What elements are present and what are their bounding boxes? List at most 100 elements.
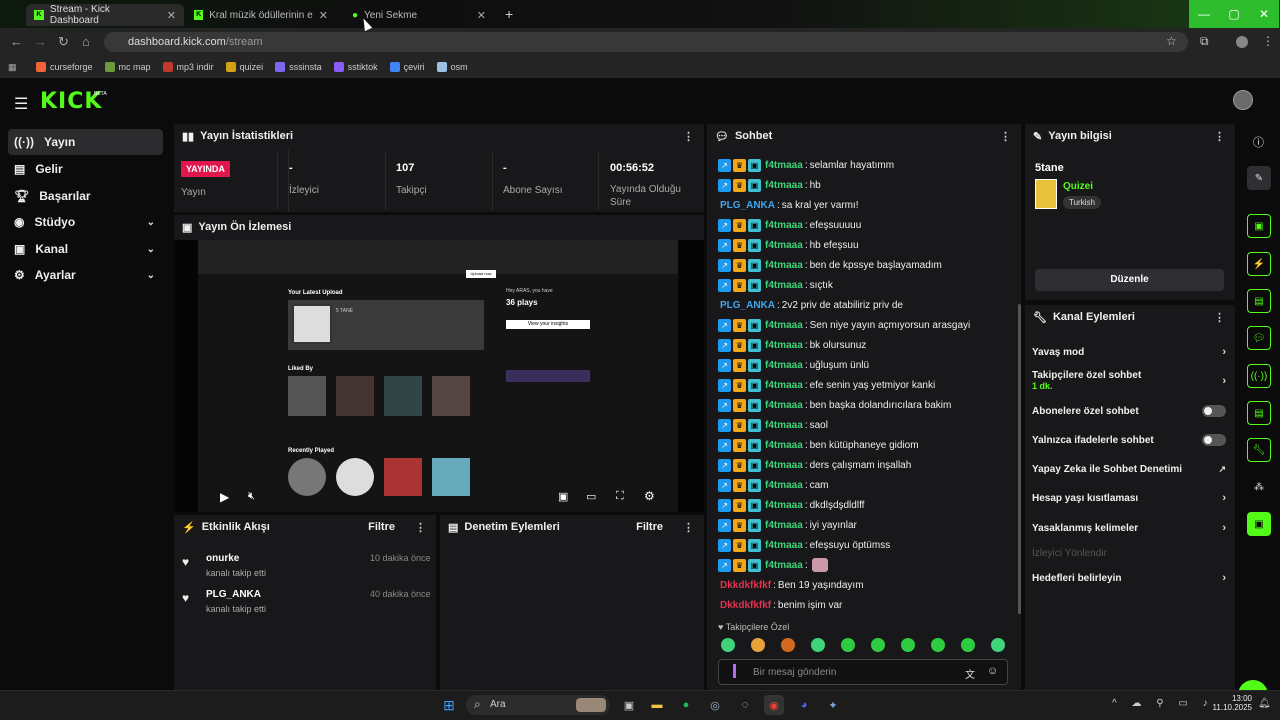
chat-username[interactable]: f4tmaaa [765,440,803,451]
bookmark-osm[interactable]: osm [436,62,468,72]
sidebar-item-basarilar[interactable]: 🏆︎ Başarılar [8,183,163,209]
chat-username[interactable]: f4tmaaa [765,360,803,371]
stream-preview[interactable]: Your Latest Upload 5 TANE Upload now Hey… [174,240,704,512]
more-options-icon[interactable]: ⋮ [683,521,694,534]
clip-icon[interactable]: ▣ [1247,214,1271,238]
chat-username[interactable]: f4tmaaa [765,560,803,571]
close-tab-icon[interactable]: ✕ [477,9,486,22]
bookmark-quizei[interactable]: quizei [225,62,263,72]
app-icon[interactable]: ◌ [735,695,755,715]
apps-icon[interactable]: ⁂ [1247,475,1271,499]
chat-username[interactable]: f4tmaaa [765,460,803,471]
system-tray-icons[interactable]: ^ ☁ ⚲ ▭ ♪ [1112,698,1214,709]
emote-icon[interactable] [721,638,735,652]
user-avatar[interactable] [1233,90,1253,110]
chat-icon[interactable]: 💬︎ [1247,326,1271,350]
home-icon[interactable]: ⌂ [82,34,90,49]
action-slow-mode[interactable]: Yavaş mod › [1032,343,1226,361]
tab-kick-dashboard[interactable]: K Stream - Kick Dashboard ✕ [26,4,184,26]
bookmark-mc-map[interactable]: mc map [104,62,151,72]
sidebar-item-ayarlar[interactable]: ⚙ Ayarlar ⌄ [8,262,163,288]
action-followers-only[interactable]: Takipçilere özel sohbet 1 dk. › [1032,370,1226,392]
event-filter-button[interactable]: Filtre [368,521,395,533]
emote-icon[interactable] [871,638,885,652]
edit-button[interactable]: Düzenle [1035,269,1224,291]
close-window-button[interactable]: ✕ [1249,0,1279,28]
action-subscribers-only[interactable]: Abonelere özel sohbet [1032,402,1226,420]
chat-username[interactable]: f4tmaaa [765,320,803,331]
more-options-icon[interactable]: ⋮ [1214,130,1225,143]
discord-icon[interactable]: ◕ [794,695,814,715]
chat-username[interactable]: f4tmaaa [765,260,803,271]
channel-actions-icon[interactable]: ▤ [1247,401,1271,425]
translate-icon[interactable]: 文 [965,666,975,681]
chat-username[interactable]: f4tmaaa [765,180,803,191]
task-view-icon[interactable]: ▣ [619,695,639,715]
extensions-icon[interactable]: ⧉ [1200,34,1209,49]
chrome-icon[interactable]: ◉ [764,695,784,715]
new-tab-plus-icon[interactable]: + [505,6,513,22]
chat-username[interactable]: f4tmaaa [765,400,803,411]
theater-icon[interactable]: ▭ [586,490,596,503]
profile-avatar[interactable] [1236,36,1248,48]
emote-icon[interactable] [931,638,945,652]
category-thumbnail[interactable] [1035,179,1057,209]
emoji-icon[interactable]: ☺ [987,665,998,677]
minimize-button[interactable]: — [1189,0,1219,28]
more-options-icon[interactable]: ⋮ [1214,311,1225,324]
emote-icon[interactable] [751,638,765,652]
extension-icon[interactable]: ▣ [1247,512,1271,536]
emote-icon[interactable] [901,638,915,652]
fullscreen-icon[interactable]: ⛶ [616,490,624,503]
settings-icon[interactable]: ⚙ [644,489,655,503]
forward-icon[interactable]: → [34,34,47,49]
emote-icon[interactable] [841,638,855,652]
file-explorer-icon[interactable]: ▬ [647,695,667,715]
lightning-icon[interactable]: ⚡ [1247,252,1271,276]
close-tab-icon[interactable]: ✕ [319,9,328,22]
spotify-icon[interactable]: ● [676,695,696,715]
moderation-filter-button[interactable]: Filtre [636,521,663,533]
chat-username[interactable]: f4tmaaa [765,280,803,291]
chat-username[interactable]: f4tmaaa [765,540,803,551]
browser-menu-icon[interactable]: ⋮ [1262,34,1274,48]
bookmark-sssinsta[interactable]: sssinsta [275,62,322,72]
steam-icon[interactable]: ◎ [705,695,725,715]
emote-icon[interactable] [991,638,1005,652]
edit-pencil-icon[interactable]: ✎ [1247,166,1271,190]
chat-username[interactable]: PLG_ANKA [720,300,775,311]
apps-grid-icon[interactable]: ▦ [8,62,17,73]
bookmark-star-icon[interactable]: ☆ [1166,34,1177,48]
chat-username[interactable]: f4tmaaa [765,160,803,171]
sidebar-item-studyo[interactable]: ◉ Stüdyo ⌄ [8,209,163,235]
info-icon[interactable]: ⓘ [1253,134,1264,150]
wrench-icon[interactable]: 🔧︎ [1247,438,1271,462]
more-options-icon[interactable]: ⋮ [683,130,694,143]
emote-icon[interactable] [961,638,975,652]
reload-icon[interactable]: ↻ [58,34,69,50]
taskbar-clock[interactable]: 13:00 11.10.2025 [1204,694,1252,712]
document-icon[interactable]: ▤ [1247,289,1271,313]
bookmark-curseforge[interactable]: curseforge [36,62,93,72]
app-icon[interactable]: ✦ [823,695,843,715]
chat-username[interactable]: f4tmaaa [765,240,803,251]
action-banned-words[interactable]: Yasaklanmış kelimeler › [1032,519,1226,537]
close-tab-icon[interactable]: ✕ [167,9,176,22]
chat-scrollbar[interactable] [1018,304,1021,614]
chat-username[interactable]: f4tmaaa [765,380,803,391]
tab-kral-muzik[interactable]: K Kral müzik ödüllerinin en iyi yıld ✕ [186,4,336,26]
action-account-age[interactable]: Hesap yaşı kısıtlaması › [1032,489,1226,507]
chat-username[interactable]: f4tmaaa [765,520,803,531]
chat-input[interactable]: Bir mesaj gönderin 文 ☺ [718,659,1008,685]
back-icon[interactable]: ← [10,34,23,49]
action-emote-only[interactable]: Yalnızca ifadelerle sohbet [1032,431,1226,449]
chat-username[interactable]: PLG_ANKA [720,200,775,211]
bookmark-mp3-indir[interactable]: mp3 indir [162,62,214,72]
sidebar-item-yayin[interactable]: ((·)) Yayın [8,129,163,155]
emote-only-toggle[interactable] [1202,434,1226,446]
notification-bell-icon[interactable]: 🔔︎ [1258,698,1271,709]
hamburger-menu-icon[interactable]: ☰ [14,94,28,114]
bookmark-sstiktok[interactable]: sstiktok [333,62,378,72]
windows-start-icon[interactable]: ⊞ [439,695,459,715]
sidebar-item-gelir[interactable]: ▤ Gelir [8,156,163,182]
